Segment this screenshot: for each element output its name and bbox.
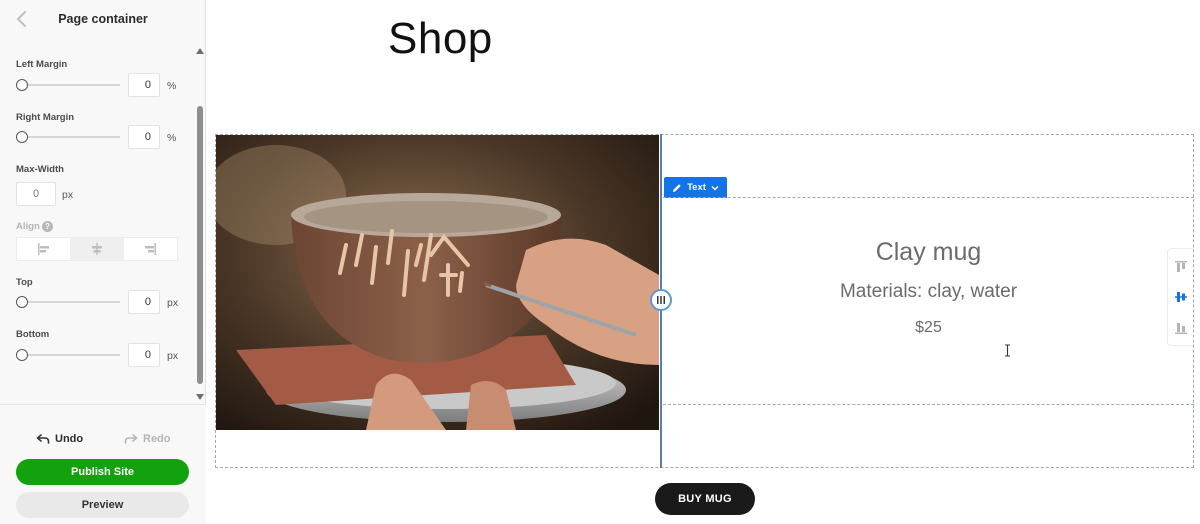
properties-panel: Page container Left Margin % Right Margi… [0,0,206,524]
scroll-down-arrow-icon[interactable] [196,392,204,402]
right-margin-input[interactable] [128,125,160,149]
publish-site-button[interactable]: Publish Site [16,459,189,485]
align-center-icon [91,243,102,255]
slider-thumb[interactable] [16,349,28,361]
right-margin-unit: % [167,132,177,144]
left-margin-slider[interactable] [16,78,120,92]
text-chip-label: Text [687,182,706,193]
align-right-icon [145,243,157,255]
undo-button[interactable]: Undo [36,429,83,449]
redo-label: Redo [143,433,171,445]
chevron-down-icon [711,185,719,190]
top-slider[interactable] [16,295,120,309]
bottom-input[interactable] [128,343,160,367]
undo-icon [36,434,50,444]
product-price[interactable]: $25 [663,319,1194,337]
panel-title: Page container [58,12,148,26]
align-label: Align [16,221,40,232]
top-unit: px [167,297,179,309]
bottom-slider[interactable] [16,348,120,362]
product-name[interactable]: Clay mug [663,238,1194,267]
scroll-up-arrow-icon[interactable] [196,46,204,56]
align-center-button[interactable] [70,238,124,260]
product-image[interactable] [216,135,659,430]
top-input[interactable] [128,290,160,314]
redo-icon [124,434,138,444]
slider-track [22,84,120,86]
panel-footer: Undo Redo Publish Site Preview [0,404,206,524]
text-cursor-icon [1005,344,1010,357]
align-top-icon[interactable] [1174,260,1188,274]
help-icon[interactable]: ? [42,221,53,232]
align-left-icon [37,243,49,255]
max-width-unit: px [62,189,74,201]
scrollbar-thumb[interactable] [197,106,203,384]
buy-mug-button[interactable]: BUY MUG [655,483,755,515]
pencil-icon [673,183,681,192]
slider-thumb[interactable] [16,131,28,143]
slider-track [22,301,120,303]
preview-button[interactable]: Preview [16,492,189,518]
bottom-unit: px [167,350,179,362]
panel-scrollbar[interactable] [196,46,204,402]
page-title[interactable]: Shop [388,14,493,64]
left-margin-unit: % [167,80,177,92]
max-width-label: Max-Width [16,164,64,175]
panel-header: Page container [0,0,206,40]
top-label: Top [16,277,33,288]
align-bottom-icon[interactable] [1174,321,1188,335]
align-middle-icon[interactable] [1174,290,1188,304]
slider-track [22,354,120,356]
slider-track [22,136,120,138]
bottom-label: Bottom [16,329,50,340]
align-right-button[interactable] [124,238,177,260]
text-block-toolbar-button[interactable]: Text [664,177,727,198]
pottery-photo [216,135,659,430]
redo-button[interactable]: Redo [124,429,171,449]
slider-thumb[interactable] [16,79,28,91]
align-button-group [16,237,178,261]
left-margin-input[interactable] [128,73,160,97]
product-materials[interactable]: Materials: clay, water [663,281,1194,303]
right-margin-label: Right Margin [16,112,75,123]
left-margin-label: Left Margin [16,59,68,70]
align-left-button[interactable] [17,238,70,260]
max-width-input[interactable] [16,182,56,206]
right-margin-slider[interactable] [16,130,120,144]
vertical-align-toolbar [1167,248,1193,346]
slider-thumb[interactable] [16,296,28,308]
undo-label: Undo [55,433,84,445]
